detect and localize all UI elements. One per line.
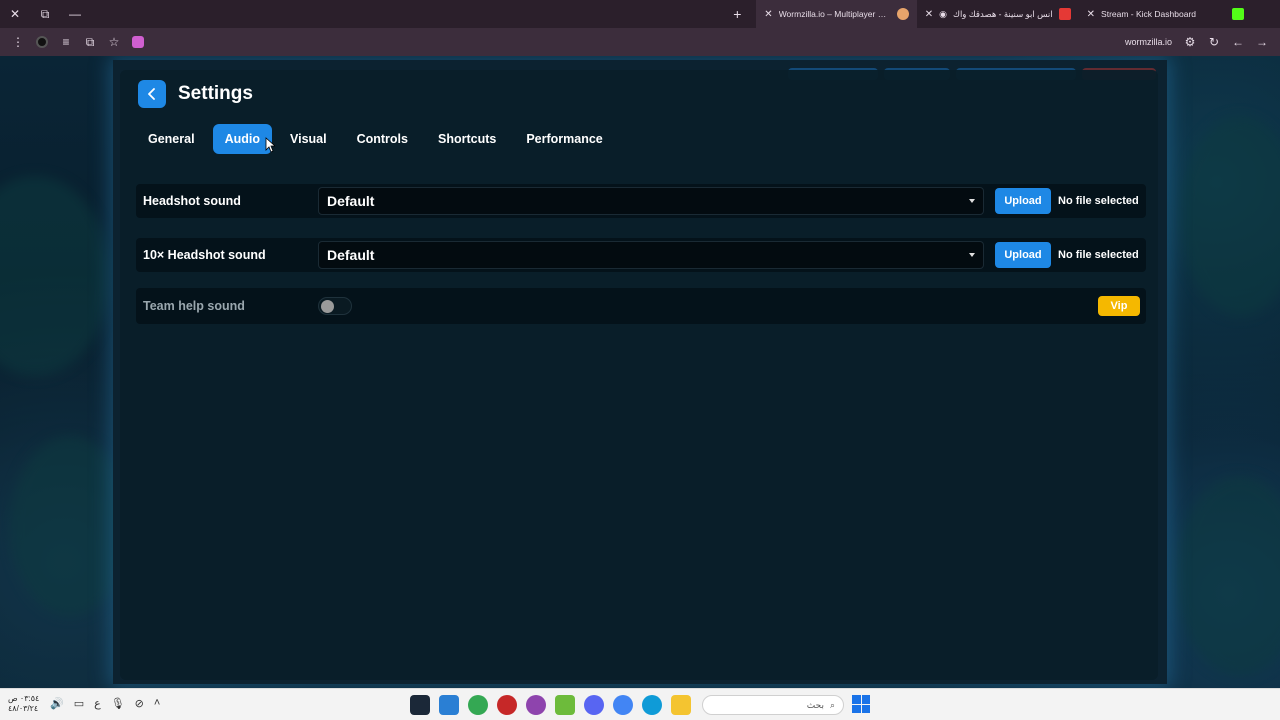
- settings-tabs: General Audio Visual Controls Shortcuts …: [136, 124, 615, 154]
- tab-title: انس ابو سنينة - هصدقك واك: [952, 8, 1053, 19]
- reload-icon[interactable]: ↻: [1202, 30, 1226, 54]
- team-help-sound-row: Team help sound Vip: [136, 288, 1146, 324]
- windows-start-icon[interactable]: [852, 695, 870, 713]
- headshot-sound-select[interactable]: Default: [318, 187, 984, 215]
- headshot-sound-label: Headshot sound: [143, 194, 241, 208]
- mouse-cursor-icon: [265, 137, 275, 153]
- back-button[interactable]: [138, 80, 166, 108]
- profile-extension-icon[interactable]: [126, 30, 150, 54]
- site-settings-icon[interactable]: ⚙: [1178, 30, 1202, 54]
- chrome-profile-app-icon[interactable]: [526, 695, 546, 715]
- wormzilla-favicon-icon: [896, 8, 909, 20]
- toggle-knob: [321, 300, 334, 313]
- clock-time: ٠٣:٥٤ ص: [8, 694, 40, 703]
- file-status: No file selected: [1058, 195, 1139, 207]
- background-decoration: [1180, 116, 1280, 316]
- microphone-icon[interactable]: 🎙: [111, 697, 125, 710]
- close-tab-icon[interactable]: ✕: [1087, 9, 1095, 20]
- network-icon[interactable]: ▭: [74, 697, 84, 710]
- close-tab-icon[interactable]: ✕: [925, 9, 933, 20]
- tab-performance[interactable]: Performance: [514, 124, 614, 154]
- obs-app-icon[interactable]: [497, 695, 517, 715]
- forward-arrow-icon[interactable]: →: [1250, 30, 1274, 54]
- utorrent-app-icon[interactable]: [555, 695, 575, 715]
- language-icon[interactable]: ع: [94, 697, 101, 710]
- steam-app-icon[interactable]: [410, 695, 430, 715]
- address-bar: ⋮ ≡ ⧉ ☆ wormzilla.io ⚙ ↻ ← →: [0, 28, 1280, 56]
- chevron-left-icon: [148, 88, 155, 100]
- kick-favicon-icon: [1232, 8, 1244, 20]
- tab-title: Wormzilla.io – Multiplayer Snak: [778, 9, 891, 19]
- extension-icon[interactable]: [30, 30, 54, 54]
- browser-tab-youtube[interactable]: ✕ ◉ انس ابو سنينة - هصدقك واك: [917, 0, 1079, 28]
- select-value: Default: [327, 247, 375, 263]
- back-arrow-icon[interactable]: ←: [1226, 30, 1250, 54]
- close-tab-icon[interactable]: ✕: [764, 9, 772, 20]
- tab-title: Stream - Kick Dashboard: [1101, 9, 1196, 19]
- menu-icon[interactable]: ⋮: [6, 30, 30, 54]
- taskbar-apps: [410, 695, 691, 715]
- tab-shortcuts[interactable]: Shortcuts: [426, 124, 508, 154]
- settings-header: Settings: [138, 80, 253, 108]
- team-help-sound-toggle[interactable]: [318, 297, 352, 315]
- close-window-icon[interactable]: ✕: [0, 0, 30, 28]
- file-explorer-app-icon[interactable]: [671, 695, 691, 715]
- ten-headshot-sound-label: 10× Headshot sound: [143, 248, 266, 262]
- volume-icon[interactable]: 🔊: [50, 697, 64, 710]
- background-decoration: [10, 436, 130, 616]
- chevron-down-icon: [969, 199, 975, 203]
- camera-off-icon[interactable]: ⊘: [135, 697, 144, 710]
- team-help-sound-label: Team help sound: [143, 299, 245, 313]
- discord-app-icon[interactable]: [584, 695, 604, 715]
- search-icon: ⌕: [829, 699, 835, 710]
- edge-app-icon[interactable]: [642, 695, 662, 715]
- minimize-window-icon[interactable]: —: [60, 0, 90, 28]
- file-status: No file selected: [1058, 249, 1139, 261]
- system-tray: 🔊 ▭ ع 🎙 ⊘ ˄: [50, 697, 160, 710]
- browser-tab-strip: ✕ ⧉ — + ✕ Wormzilla.io – Multiplayer Sna…: [0, 0, 1280, 28]
- windows-taskbar: ٠٣:٥٤ ص ٤٨/٠٣/٢٤ 🔊 ▭ ع 🎙 ⊘ ˄ بحث ⌕: [0, 688, 1280, 720]
- system-clock[interactable]: ٠٣:٥٤ ص ٤٨/٠٣/٢٤: [8, 694, 39, 714]
- tab-visual[interactable]: Visual: [278, 124, 339, 154]
- settings-panel: Settings General Audio Visual Controls S…: [120, 70, 1158, 680]
- tab-audio[interactable]: Audio: [212, 124, 272, 154]
- page-viewport: Settings General Audio Visual Controls S…: [0, 56, 1280, 688]
- upload-button[interactable]: Upload: [995, 242, 1051, 268]
- tab-general[interactable]: General: [136, 124, 207, 154]
- background-decoration: [0, 176, 110, 376]
- chevron-up-icon[interactable]: ˄: [154, 697, 160, 710]
- clock-date: ٤٨/٠٣/٢٤: [8, 704, 39, 713]
- headshot-sound-row: Headshot sound Default Upload No file se…: [136, 184, 1146, 218]
- page-title: Settings: [178, 83, 253, 104]
- vip-badge[interactable]: Vip: [1098, 296, 1140, 316]
- search-placeholder: بحث: [806, 699, 824, 710]
- chevron-down-icon: [969, 253, 975, 257]
- restore-window-icon[interactable]: ⧉: [30, 0, 60, 28]
- youtube-favicon-icon: [1058, 8, 1071, 20]
- chrome-alt-app-icon[interactable]: [613, 695, 633, 715]
- upload-button[interactable]: Upload: [995, 188, 1051, 214]
- new-tab-icon[interactable]: +: [726, 6, 748, 22]
- reading-list-icon[interactable]: ≡: [54, 30, 78, 54]
- browser-tab-kick[interactable]: ✕ Stream - Kick Dashboard: [1079, 0, 1252, 28]
- url-field[interactable]: wormzilla.io: [1125, 37, 1172, 47]
- extensions-puzzle-icon[interactable]: ⧉: [78, 30, 102, 54]
- ten-headshot-sound-row: 10× Headshot sound Default Upload No fil…: [136, 238, 1146, 272]
- bookmark-star-icon[interactable]: ☆: [102, 30, 126, 54]
- chrome-app-icon[interactable]: [468, 695, 488, 715]
- background-decoration: [1175, 476, 1280, 676]
- taskbar-search[interactable]: بحث ⌕: [702, 695, 844, 715]
- audio-playing-icon[interactable]: ◉: [939, 9, 947, 20]
- ten-headshot-sound-select[interactable]: Default: [318, 241, 984, 269]
- select-value: Default: [327, 193, 375, 209]
- photos-app-icon[interactable]: [439, 695, 459, 715]
- tab-controls[interactable]: Controls: [345, 124, 420, 154]
- browser-tab-wormzilla[interactable]: ✕ Wormzilla.io – Multiplayer Snak: [756, 0, 917, 28]
